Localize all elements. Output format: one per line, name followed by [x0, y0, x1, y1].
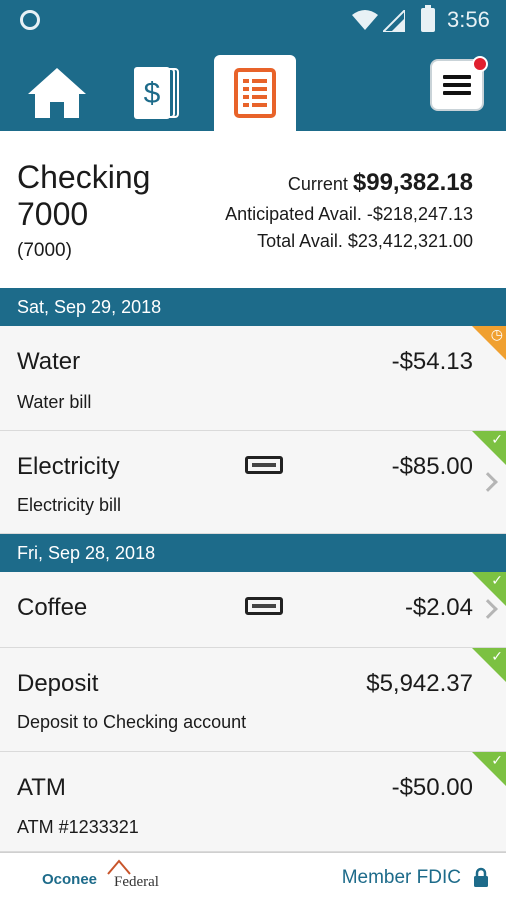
transaction-amount: -$54.13: [391, 348, 473, 375]
status-time: 3:56: [447, 7, 490, 32]
footer: Oconee Federal Member FDIC: [0, 852, 506, 900]
clock-icon: ◷: [490, 326, 503, 342]
date-header: Fri, Sep 28, 2018: [0, 534, 506, 572]
check-icon: ✓: [491, 431, 503, 447]
lock-icon: [474, 867, 488, 887]
logo-word-federal: Federal: [114, 874, 159, 890]
dollar-cards-icon: $: [134, 67, 179, 119]
transaction-row[interactable]: ATM ATM #1233321 -$50.00 ✓: [0, 752, 506, 852]
transaction-name: Electricity: [17, 453, 120, 480]
current-balance-value: $99,382.18: [352, 169, 473, 196]
transaction-amount: $5,942.37: [366, 670, 473, 697]
current-balance-label: Current: [287, 174, 348, 194]
chevron-right-icon: [478, 472, 498, 492]
transaction-name: Coffee: [17, 594, 88, 621]
document-list-icon: [234, 68, 276, 118]
card-icon: [245, 597, 283, 615]
tab-home[interactable]: [16, 55, 98, 131]
signal-icon: [383, 10, 405, 32]
transaction-description: ATM #1233321: [17, 817, 139, 837]
anticipated-balance: Anticipated Avail. -$218,247.13: [225, 204, 473, 224]
check-icon: ✓: [491, 572, 503, 588]
transaction-name: Water: [17, 348, 81, 375]
transaction-name: ATM: [17, 774, 66, 801]
check-icon: ✓: [491, 752, 503, 768]
transaction-row[interactable]: Coffee -$2.04 ✓: [0, 572, 506, 648]
transaction-description: Water bill: [17, 392, 92, 412]
transaction-amount: -$85.00: [391, 453, 473, 480]
transaction-amount: -$50.00: [391, 774, 473, 801]
notification-circle-icon: [20, 10, 40, 30]
account-summary: Checking 7000 (7000) Current $99,382.18 …: [0, 131, 506, 288]
tab-activity[interactable]: [214, 55, 296, 131]
date-header: Sat, Sep 29, 2018: [0, 288, 506, 326]
transaction-amount: -$2.04: [404, 594, 473, 621]
check-icon: ✓: [491, 648, 503, 664]
roof-logo-icon: [107, 859, 131, 875]
wifi-icon: [352, 10, 378, 30]
account-number: (7000): [17, 240, 72, 261]
current-balance: Current $99,382.18: [288, 169, 473, 197]
notification-badge: [472, 56, 488, 72]
account-name: Checking 7000: [17, 159, 151, 232]
card-icon: [245, 456, 283, 474]
status-bar: 3:56: [0, 0, 506, 41]
member-fdic: Member FDIC: [341, 867, 461, 888]
total-available: Total Avail. $23,412,321.00: [257, 231, 473, 251]
home-icon: [28, 68, 86, 118]
transaction-row[interactable]: Electricity Electricity bill -$85.00 ✓: [0, 431, 506, 534]
logo-word-oconee: Oconee: [42, 871, 98, 888]
transaction-row[interactable]: Water Water bill -$54.13 ◷: [0, 326, 506, 431]
top-nav: $: [0, 41, 506, 131]
hamburger-menu-icon: [443, 75, 471, 95]
transaction-row[interactable]: Deposit Deposit to Checking account $5,9…: [0, 648, 506, 752]
transaction-description: Deposit to Checking account: [17, 712, 247, 732]
transaction-name: Deposit: [17, 670, 99, 697]
transaction-description: Electricity bill: [17, 495, 122, 515]
tab-accounts[interactable]: $: [116, 55, 198, 131]
battery-icon: [421, 5, 435, 32]
svg-text:$: $: [144, 77, 161, 110]
